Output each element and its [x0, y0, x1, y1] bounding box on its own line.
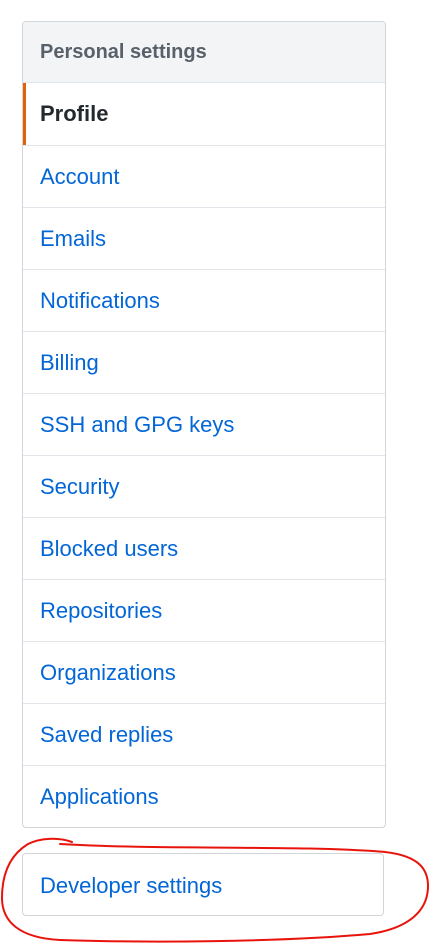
menu-item-applications[interactable]: Applications — [23, 765, 385, 827]
personal-settings-menu: Personal settings Profile Account Emails… — [22, 21, 386, 828]
menu-item-repositories[interactable]: Repositories — [23, 579, 385, 641]
menu-item-profile[interactable]: Profile — [23, 83, 385, 145]
menu-item-emails[interactable]: Emails — [23, 207, 385, 269]
menu-item-organizations[interactable]: Organizations — [23, 641, 385, 703]
developer-settings-box: Developer settings — [22, 853, 384, 916]
menu-heading: Personal settings — [23, 22, 385, 83]
menu-item-billing[interactable]: Billing — [23, 331, 385, 393]
menu-item-saved-replies[interactable]: Saved replies — [23, 703, 385, 765]
developer-settings-link[interactable]: Developer settings — [23, 854, 383, 915]
menu-item-account[interactable]: Account — [23, 145, 385, 207]
menu-item-blocked-users[interactable]: Blocked users — [23, 517, 385, 579]
menu-item-notifications[interactable]: Notifications — [23, 269, 385, 331]
menu-item-ssh-gpg-keys[interactable]: SSH and GPG keys — [23, 393, 385, 455]
menu-item-security[interactable]: Security — [23, 455, 385, 517]
